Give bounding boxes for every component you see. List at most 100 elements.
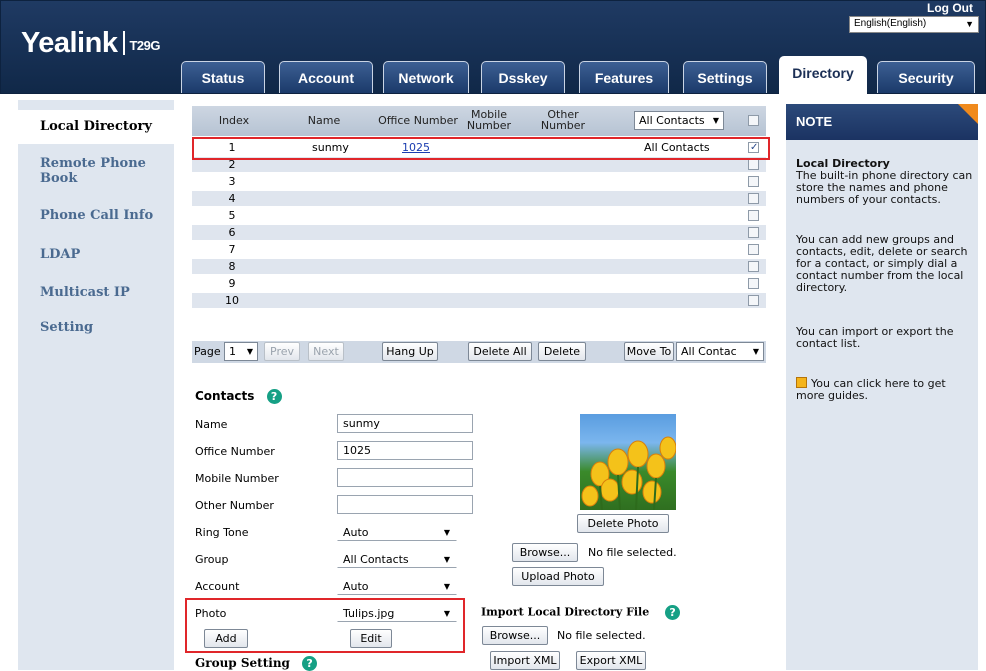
directory-table-header: Index Name Office Number Mobile Number O…: [192, 106, 766, 136]
chevron-down-icon: ▼: [752, 347, 759, 356]
corner-decoration: [958, 104, 978, 124]
tab-directory[interactable]: Directory: [779, 56, 867, 95]
sidebar: Local Directory Remote Phone Book Phone …: [18, 100, 194, 670]
row-checkbox[interactable]: [748, 295, 759, 306]
edit-button[interactable]: Edit: [350, 629, 392, 648]
sidebar-item-local-directory[interactable]: Local Directory: [18, 110, 194, 144]
prev-button[interactable]: Prev: [264, 342, 300, 361]
chevron-down-icon: ▼: [712, 116, 719, 125]
add-button[interactable]: Add: [204, 629, 248, 648]
sidebar-item-setting[interactable]: Setting: [40, 320, 160, 335]
sidebar-item-phone-call-info[interactable]: Phone Call Info: [40, 208, 160, 223]
mobile-number-label: Mobile Number: [195, 472, 279, 485]
photo-select[interactable]: Tulips.jpg ▼: [337, 603, 457, 622]
table-row[interactable]: 8: [192, 259, 766, 274]
page-label: Page: [194, 345, 221, 358]
header-bar: Yealink T29G Log Out English(English) ▼ St…: [0, 0, 986, 95]
note-title: NOTE: [796, 114, 833, 129]
col-mobile-number: Mobile Number: [466, 108, 512, 132]
page-select[interactable]: 1 ▼: [224, 342, 258, 361]
table-row[interactable]: 4: [192, 191, 766, 206]
import-no-file-text: No file selected.: [557, 629, 646, 642]
sidebar-item-multicast-ip[interactable]: Multicast IP: [40, 285, 160, 300]
highlight-box-row1: [192, 137, 770, 160]
pager-bar: Page 1 ▼ Prev Next Hang Up Delete All Del…: [192, 341, 766, 363]
table-row[interactable]: 3: [192, 174, 766, 189]
row-index: 4: [228, 192, 236, 205]
note-paragraph: You can add new groups and contacts, edi…: [796, 233, 968, 294]
row-checkbox[interactable]: [748, 227, 759, 238]
import-browse-button[interactable]: Browse...: [482, 626, 548, 645]
mobile-number-input[interactable]: [337, 468, 473, 487]
tab-features[interactable]: Features: [579, 61, 669, 93]
tab-settings[interactable]: Settings: [683, 61, 767, 93]
row-index: 5: [228, 209, 236, 222]
note-guide-link[interactable]: You can click here to get more guides.: [796, 377, 976, 402]
tab-network[interactable]: Network: [383, 61, 469, 93]
upload-photo-button[interactable]: Upload Photo: [512, 567, 604, 586]
export-xml-button[interactable]: Export XML: [576, 651, 646, 670]
chevron-down-icon: ▼: [246, 347, 253, 356]
tab-status[interactable]: Status: [181, 61, 265, 93]
select-all-checkbox[interactable]: [748, 115, 759, 126]
table-row[interactable]: 7: [192, 242, 766, 257]
office-number-input[interactable]: 1025: [337, 441, 473, 460]
row-checkbox[interactable]: [748, 176, 759, 187]
row-checkbox[interactable]: [748, 210, 759, 221]
table-row[interactable]: 5: [192, 208, 766, 223]
tab-dsskey[interactable]: Dsskey: [481, 61, 565, 93]
row-checkbox[interactable]: [748, 278, 759, 289]
col-other-number: Other Number: [540, 108, 586, 132]
tab-account[interactable]: Account: [279, 61, 373, 93]
row-checkbox[interactable]: [748, 244, 759, 255]
row-index: 10: [225, 294, 239, 307]
other-number-input[interactable]: [337, 495, 473, 514]
name-label: Name: [195, 418, 228, 431]
row-checkbox[interactable]: [748, 159, 759, 170]
note-header: NOTE: [786, 104, 978, 140]
tab-security[interactable]: Security: [877, 61, 975, 93]
name-input[interactable]: sunmy: [337, 414, 473, 433]
logout-link[interactable]: Log Out: [927, 1, 973, 15]
table-row[interactable]: 6: [192, 225, 766, 240]
ring-tone-select[interactable]: Auto ▼: [337, 522, 457, 541]
contact-photo-image: [580, 414, 676, 510]
language-select[interactable]: English(English) ▼: [849, 16, 979, 33]
delete-photo-button[interactable]: Delete Photo: [577, 514, 669, 533]
help-icon[interactable]: ?: [266, 389, 282, 404]
group-setting-heading: Group Setting ?: [195, 656, 318, 671]
help-icon[interactable]: ?: [302, 656, 318, 671]
account-label: Account: [195, 580, 240, 593]
sidebar-item-ldap[interactable]: LDAP: [40, 247, 160, 262]
yealink-logo: Yealink T29G: [21, 27, 160, 59]
row-checkbox[interactable]: [748, 193, 759, 204]
ring-tone-label: Ring Tone: [195, 526, 249, 539]
account-select[interactable]: Auto ▼: [337, 576, 457, 595]
table-row[interactable]: 10: [192, 293, 766, 308]
book-icon: [796, 377, 807, 388]
next-button[interactable]: Next: [308, 342, 344, 361]
note-panel: NOTE Local Directory The built-in phone …: [786, 104, 978, 670]
move-group-select[interactable]: All Contac ▼: [676, 342, 764, 361]
import-heading: Import Local Directory File ?: [481, 605, 681, 620]
import-xml-button[interactable]: Import XML: [490, 651, 560, 670]
photo-no-file-text: No file selected.: [588, 546, 677, 559]
col-name: Name: [307, 114, 341, 127]
row-index: 3: [228, 175, 236, 188]
tulips-image: [581, 436, 676, 510]
hang-up-button[interactable]: Hang Up: [382, 342, 438, 361]
office-number-label: Office Number: [195, 445, 275, 458]
note-paragraph: You can import or export the contact lis…: [796, 325, 954, 350]
photo-browse-button[interactable]: Browse...: [512, 543, 578, 562]
group-select[interactable]: All Contacts ▼: [337, 549, 457, 568]
move-to-button[interactable]: Move To: [624, 342, 674, 361]
help-icon[interactable]: ?: [665, 605, 681, 620]
row-checkbox[interactable]: [748, 261, 759, 272]
delete-button[interactable]: Delete: [538, 342, 586, 361]
delete-all-button[interactable]: Delete All: [468, 342, 532, 361]
contacts-heading: Contacts ?: [195, 389, 282, 404]
table-row[interactable]: 9: [192, 276, 766, 291]
col-index: Index: [218, 114, 250, 127]
group-filter-select[interactable]: All Contacts ▼: [634, 111, 724, 130]
sidebar-item-remote-phone-book[interactable]: Remote Phone Book: [40, 156, 160, 186]
